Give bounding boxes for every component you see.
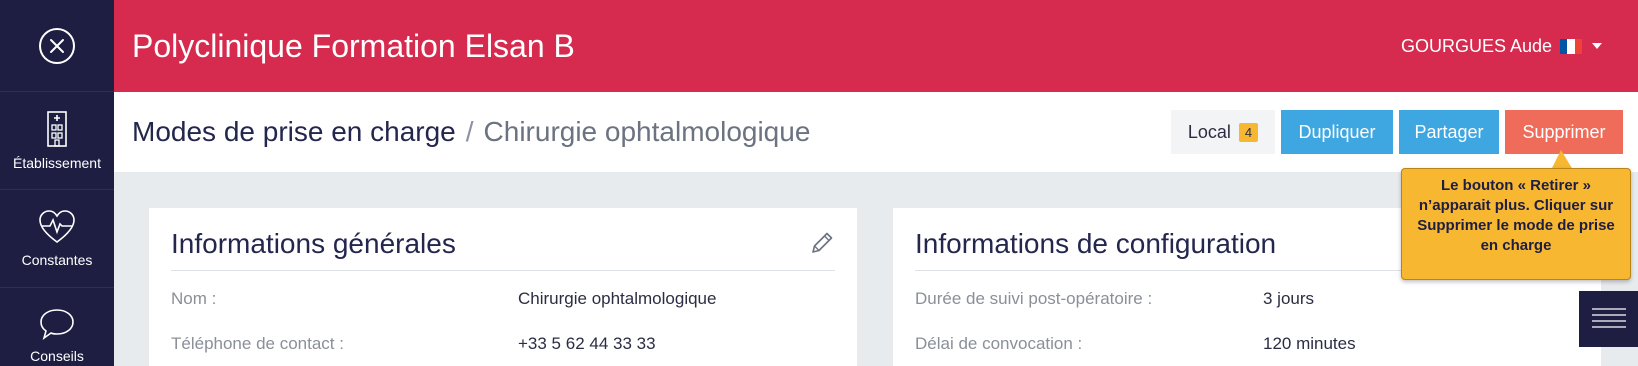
pencil-edit-icon[interactable] (809, 230, 835, 256)
top-header: Polyclinique Formation Elsan B GOURGUES … (114, 0, 1638, 92)
sidebar-item-constantes[interactable]: Constantes (0, 190, 114, 288)
row-value: 120 minutes (1263, 334, 1356, 353)
app-title: Polyclinique Formation Elsan B (132, 28, 575, 64)
menu-toggle-button[interactable] (1579, 291, 1638, 347)
sidebar: Établissement Constantes Conseils (0, 0, 114, 366)
building-icon (46, 110, 68, 147)
divider (171, 270, 835, 271)
speech-bubble-icon (39, 308, 75, 340)
sidebar-item-conseils[interactable]: Conseils (0, 288, 114, 366)
row-value: Chirurgie ophtalmologique (518, 289, 717, 308)
hamburger-icon (1590, 306, 1628, 332)
user-menu[interactable]: GOURGUES Aude (1401, 0, 1602, 92)
action-buttons: Local 4 Dupliquer Partager Supprimer (1171, 110, 1623, 154)
close-circle-icon (38, 27, 76, 65)
local-count-badge: 4 (1238, 122, 1259, 142)
sidebar-item-label: Établissement (13, 154, 101, 171)
config-row-convocation: Délai de convocation : 120 minutes (915, 334, 1579, 358)
row-label: Téléphone de contact : (171, 334, 344, 353)
config-row-followup: Durée de suivi post-opératoire : 3 jours (915, 289, 1579, 313)
tooltip-arrow (1551, 150, 1573, 170)
caret-down-icon (1592, 43, 1602, 49)
breadcrumb-parent[interactable]: Modes de prise en charge (132, 116, 456, 147)
row-value: 3 jours (1263, 289, 1315, 308)
breadcrumb-separator: / (465, 116, 474, 147)
general-info-title: Informations générales (171, 228, 456, 259)
row-value: +33 5 62 44 33 33 (518, 334, 656, 353)
sidebar-item-label: Constantes (21, 251, 93, 268)
user-name: GOURGUES Aude (1400, 35, 1552, 56)
close-sidebar-button[interactable] (0, 0, 114, 92)
page-header: Modes de prise en charge / Chirurgie ophta… (114, 92, 1638, 172)
local-button[interactable]: Local 4 (1171, 110, 1275, 154)
row-label: Nom : (171, 289, 217, 308)
help-tooltip: Le bouton « Retirer » n’apparait plus. C… (1401, 168, 1631, 280)
heartbeat-icon (38, 209, 76, 244)
share-button[interactable]: Partager (1399, 110, 1499, 154)
row-label: Durée de suivi post-opératoire : (915, 289, 1153, 308)
general-info-card: Informations générales Nom : Chirurgie o… (149, 208, 857, 366)
duplicate-button[interactable]: Dupliquer (1281, 110, 1393, 154)
delete-button[interactable]: Supprimer (1505, 110, 1623, 154)
sidebar-item-label: Conseils (30, 348, 84, 364)
info-row-phone: Téléphone de contact : +33 5 62 44 33 33 (171, 334, 835, 358)
config-info-title: Informations de configuration (915, 228, 1277, 259)
french-flag-icon (1560, 38, 1582, 54)
breadcrumb-current: Chirurgie ophtalmologique (483, 116, 811, 147)
row-label: Délai de convocation : (915, 334, 1083, 353)
local-label: Local (1187, 121, 1231, 142)
info-row-name: Nom : Chirurgie ophtalmologique (171, 289, 835, 313)
sidebar-item-etablissement[interactable]: Établissement (0, 92, 114, 190)
breadcrumb: Modes de prise en charge / Chirurgie ophta… (132, 92, 810, 172)
